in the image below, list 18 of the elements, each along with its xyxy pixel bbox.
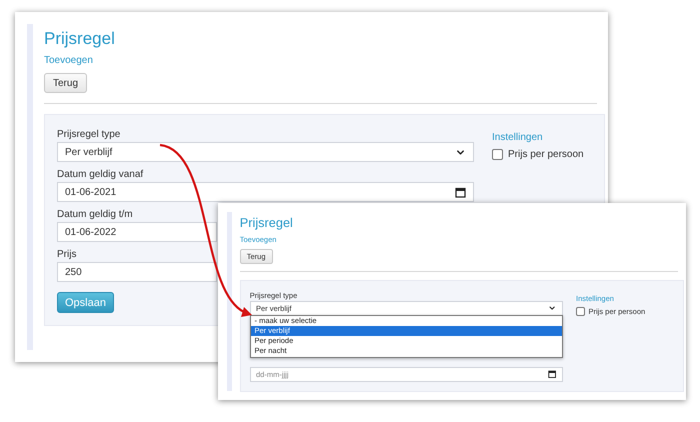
- select-field[interactable]: Per verblijf: [57, 142, 474, 162]
- page-title: Prijsregel: [240, 215, 293, 232]
- field-label: Datum geldig vanaf: [57, 168, 144, 182]
- calendar-icon[interactable]: [455, 186, 466, 198]
- back-button[interactable]: Terug: [44, 73, 88, 93]
- checkbox-label: Prijs per persoon: [508, 149, 584, 160]
- field-label: Prijs: [57, 248, 76, 262]
- input-field[interactable]: 250: [57, 262, 217, 282]
- field-label: Prijsregel type: [57, 128, 120, 142]
- field-label: Datum geldig t/m: [57, 208, 133, 222]
- input-field[interactable]: 01-06-2022: [57, 222, 217, 242]
- checkbox[interactable]: [576, 307, 585, 316]
- checkbox[interactable]: [492, 149, 503, 160]
- page-title: Prijsregel: [44, 28, 115, 50]
- date-field[interactable]: 01-06-2021: [57, 182, 474, 202]
- settings-heading: Instellingen: [492, 132, 544, 143]
- page-subtitle: Toevoegen: [44, 54, 93, 68]
- calendar-icon[interactable]: [548, 370, 556, 379]
